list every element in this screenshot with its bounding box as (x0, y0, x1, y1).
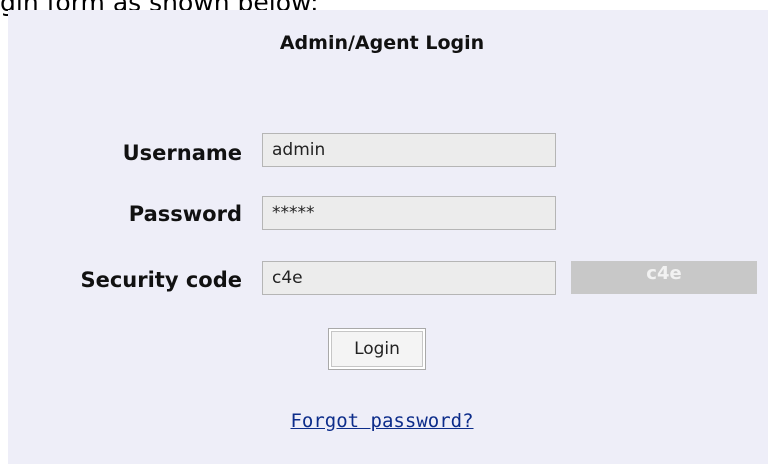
security-code-label: Security code (80, 268, 242, 292)
password-input[interactable] (262, 196, 556, 230)
login-button[interactable]: Login (328, 328, 426, 370)
username-label: Username (122, 141, 242, 165)
login-panel: Admin/Agent Login Username Password Secu… (8, 10, 768, 464)
forgot-password-link[interactable]: Forgot password? (8, 410, 756, 432)
page: gin form as shown below: Admin/Agent Log… (0, 0, 768, 464)
form-title: Admin/Agent Login (279, 32, 485, 54)
captcha-image: c4e (571, 261, 757, 294)
password-label: Password (128, 202, 242, 226)
security-code-input[interactable] (262, 261, 556, 295)
username-input[interactable] (262, 133, 556, 167)
